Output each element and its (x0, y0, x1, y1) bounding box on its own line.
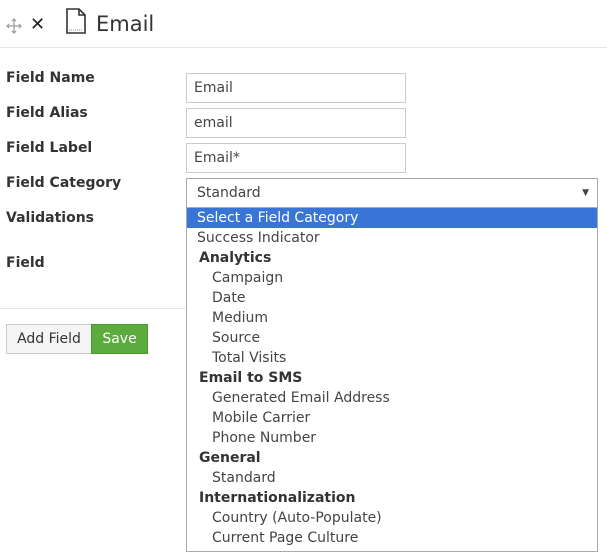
dropdown-group-header: Email to SMS (199, 370, 303, 386)
field-category-select[interactable]: Standard ▼ (186, 178, 598, 208)
field-name-input[interactable]: Email (186, 73, 406, 103)
save-button[interactable]: Save (91, 324, 148, 354)
field-category-dropdown-list: Select a Field Category Success Indicato… (186, 208, 598, 552)
dropdown-option[interactable]: Success Indicator (187, 228, 597, 248)
dropdown-group-header: General (199, 450, 261, 466)
dropdown-option[interactable]: Mobile Carrier (187, 408, 597, 428)
dropdown-arrow-icon: ▼ (582, 188, 589, 198)
dropdown-option[interactable]: Source (187, 328, 597, 348)
field-alias-input[interactable]: email (186, 108, 406, 138)
field-name-label: Field Name (6, 70, 95, 86)
field-label-input[interactable]: Email* (186, 143, 406, 173)
field-label-short: Field (6, 255, 45, 271)
dropdown-option-highlighted[interactable]: Select a Field Category (187, 208, 597, 228)
dropdown-option[interactable]: Campaign (187, 268, 597, 288)
dropdown-option[interactable]: Standard (187, 468, 597, 488)
field-header: ✕ Email (0, 0, 607, 48)
move-handle-icon[interactable] (6, 18, 22, 34)
dropdown-option[interactable]: Date (187, 288, 597, 308)
dropdown-option[interactable]: Medium (187, 308, 597, 328)
add-field-button[interactable]: Add Field (6, 324, 92, 354)
field-label-label: Field Label (6, 140, 93, 156)
dropdown-option[interactable]: Generated Email Address (187, 388, 597, 408)
document-icon (65, 8, 87, 34)
field-title: Email (96, 12, 155, 36)
dropdown-option[interactable]: Phone Number (187, 428, 597, 448)
divider (0, 308, 186, 309)
dropdown-group-header: Analytics (199, 250, 272, 266)
field-category-value: Standard (197, 185, 261, 201)
dropdown-option[interactable]: Country (Auto-Populate) (187, 508, 597, 528)
close-icon[interactable]: ✕ (30, 15, 45, 35)
field-category-label: Field Category (6, 175, 122, 191)
field-alias-label: Field Alias (6, 105, 88, 121)
dropdown-option[interactable]: Current Page Culture (187, 528, 597, 548)
dropdown-option[interactable]: Total Visits (187, 348, 597, 368)
dropdown-group-header: Internationalization (199, 490, 356, 506)
validations-label: Validations (6, 210, 94, 226)
